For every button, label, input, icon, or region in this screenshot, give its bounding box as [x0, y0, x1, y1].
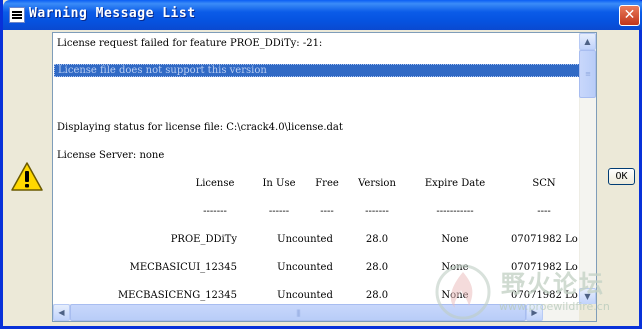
- scroll-corner: [579, 304, 596, 321]
- separator: ------: [268, 206, 290, 217]
- license-in-use: Uncounted: [277, 262, 333, 273]
- window-icon: [9, 7, 25, 23]
- col-header-version: Version: [358, 178, 396, 189]
- scroll-down-icon[interactable]: ▼: [579, 288, 596, 305]
- separator: -------: [365, 206, 389, 217]
- separator: -----------: [436, 206, 474, 217]
- vertical-scroll-thumb[interactable]: ≡: [579, 50, 596, 98]
- col-header-expire-date: Expire Date: [424, 178, 486, 189]
- col-header-license: License: [195, 178, 235, 189]
- selected-message-text: License file does not support this versi…: [58, 65, 267, 76]
- warning-message-window: Warning Message List ✕ License request f…: [0, 0, 642, 329]
- separator: ----: [320, 206, 334, 217]
- scroll-left-icon[interactable]: ◀: [53, 304, 70, 321]
- col-header-free: Free: [315, 178, 339, 189]
- license-in-use: Uncounted: [277, 234, 333, 245]
- license-scn: 07071982 Lo: [511, 234, 578, 245]
- license-version: 28.0: [365, 262, 389, 273]
- license-version: 28.0: [365, 234, 389, 245]
- col-header-in-use: In Use: [262, 178, 296, 189]
- horizontal-scrollbar[interactable]: ◀ ||| ▶: [53, 304, 580, 321]
- license-in-use: Uncounted: [277, 290, 333, 301]
- message-line: License Server: none: [57, 150, 165, 161]
- ok-button[interactable]: OK: [608, 168, 635, 185]
- message-line: Displaying status for license file: C:\c…: [57, 122, 343, 133]
- message-content: License request failed for feature PROE_…: [53, 33, 580, 305]
- window-title: Warning Message List: [29, 6, 196, 21]
- license-name: PROE_DDiTy: [170, 234, 237, 245]
- horizontal-scroll-thumb[interactable]: |||: [70, 304, 526, 321]
- license-expire: None: [441, 262, 469, 273]
- scroll-up-icon[interactable]: ▲: [579, 33, 596, 50]
- separator: -------: [203, 206, 227, 217]
- license-scn: 07071982 Lo: [511, 262, 578, 273]
- selected-message-line[interactable]: License file does not support this versi…: [54, 64, 580, 77]
- close-button[interactable]: ✕: [619, 5, 640, 26]
- col-header-scn: SCN: [532, 178, 556, 189]
- license-name: MECBASICUI_12345: [129, 262, 237, 273]
- license-expire: None: [441, 234, 469, 245]
- title-bar[interactable]: Warning Message List ✕: [3, 0, 642, 30]
- license-scn: 07071982 Lo: [511, 290, 578, 301]
- license-version: 28.0: [365, 290, 389, 301]
- message-list[interactable]: License request failed for feature PROE_…: [52, 32, 597, 322]
- warning-icon: [11, 162, 43, 191]
- scroll-right-icon[interactable]: ▶: [526, 304, 543, 321]
- license-name: MECBASICENG_12345: [117, 290, 237, 301]
- message-line: License request failed for feature PROE_…: [57, 38, 323, 49]
- separator: ----: [537, 206, 551, 217]
- license-expire: None: [441, 290, 469, 301]
- vertical-scrollbar[interactable]: ▲ ≡ ▼: [579, 33, 596, 305]
